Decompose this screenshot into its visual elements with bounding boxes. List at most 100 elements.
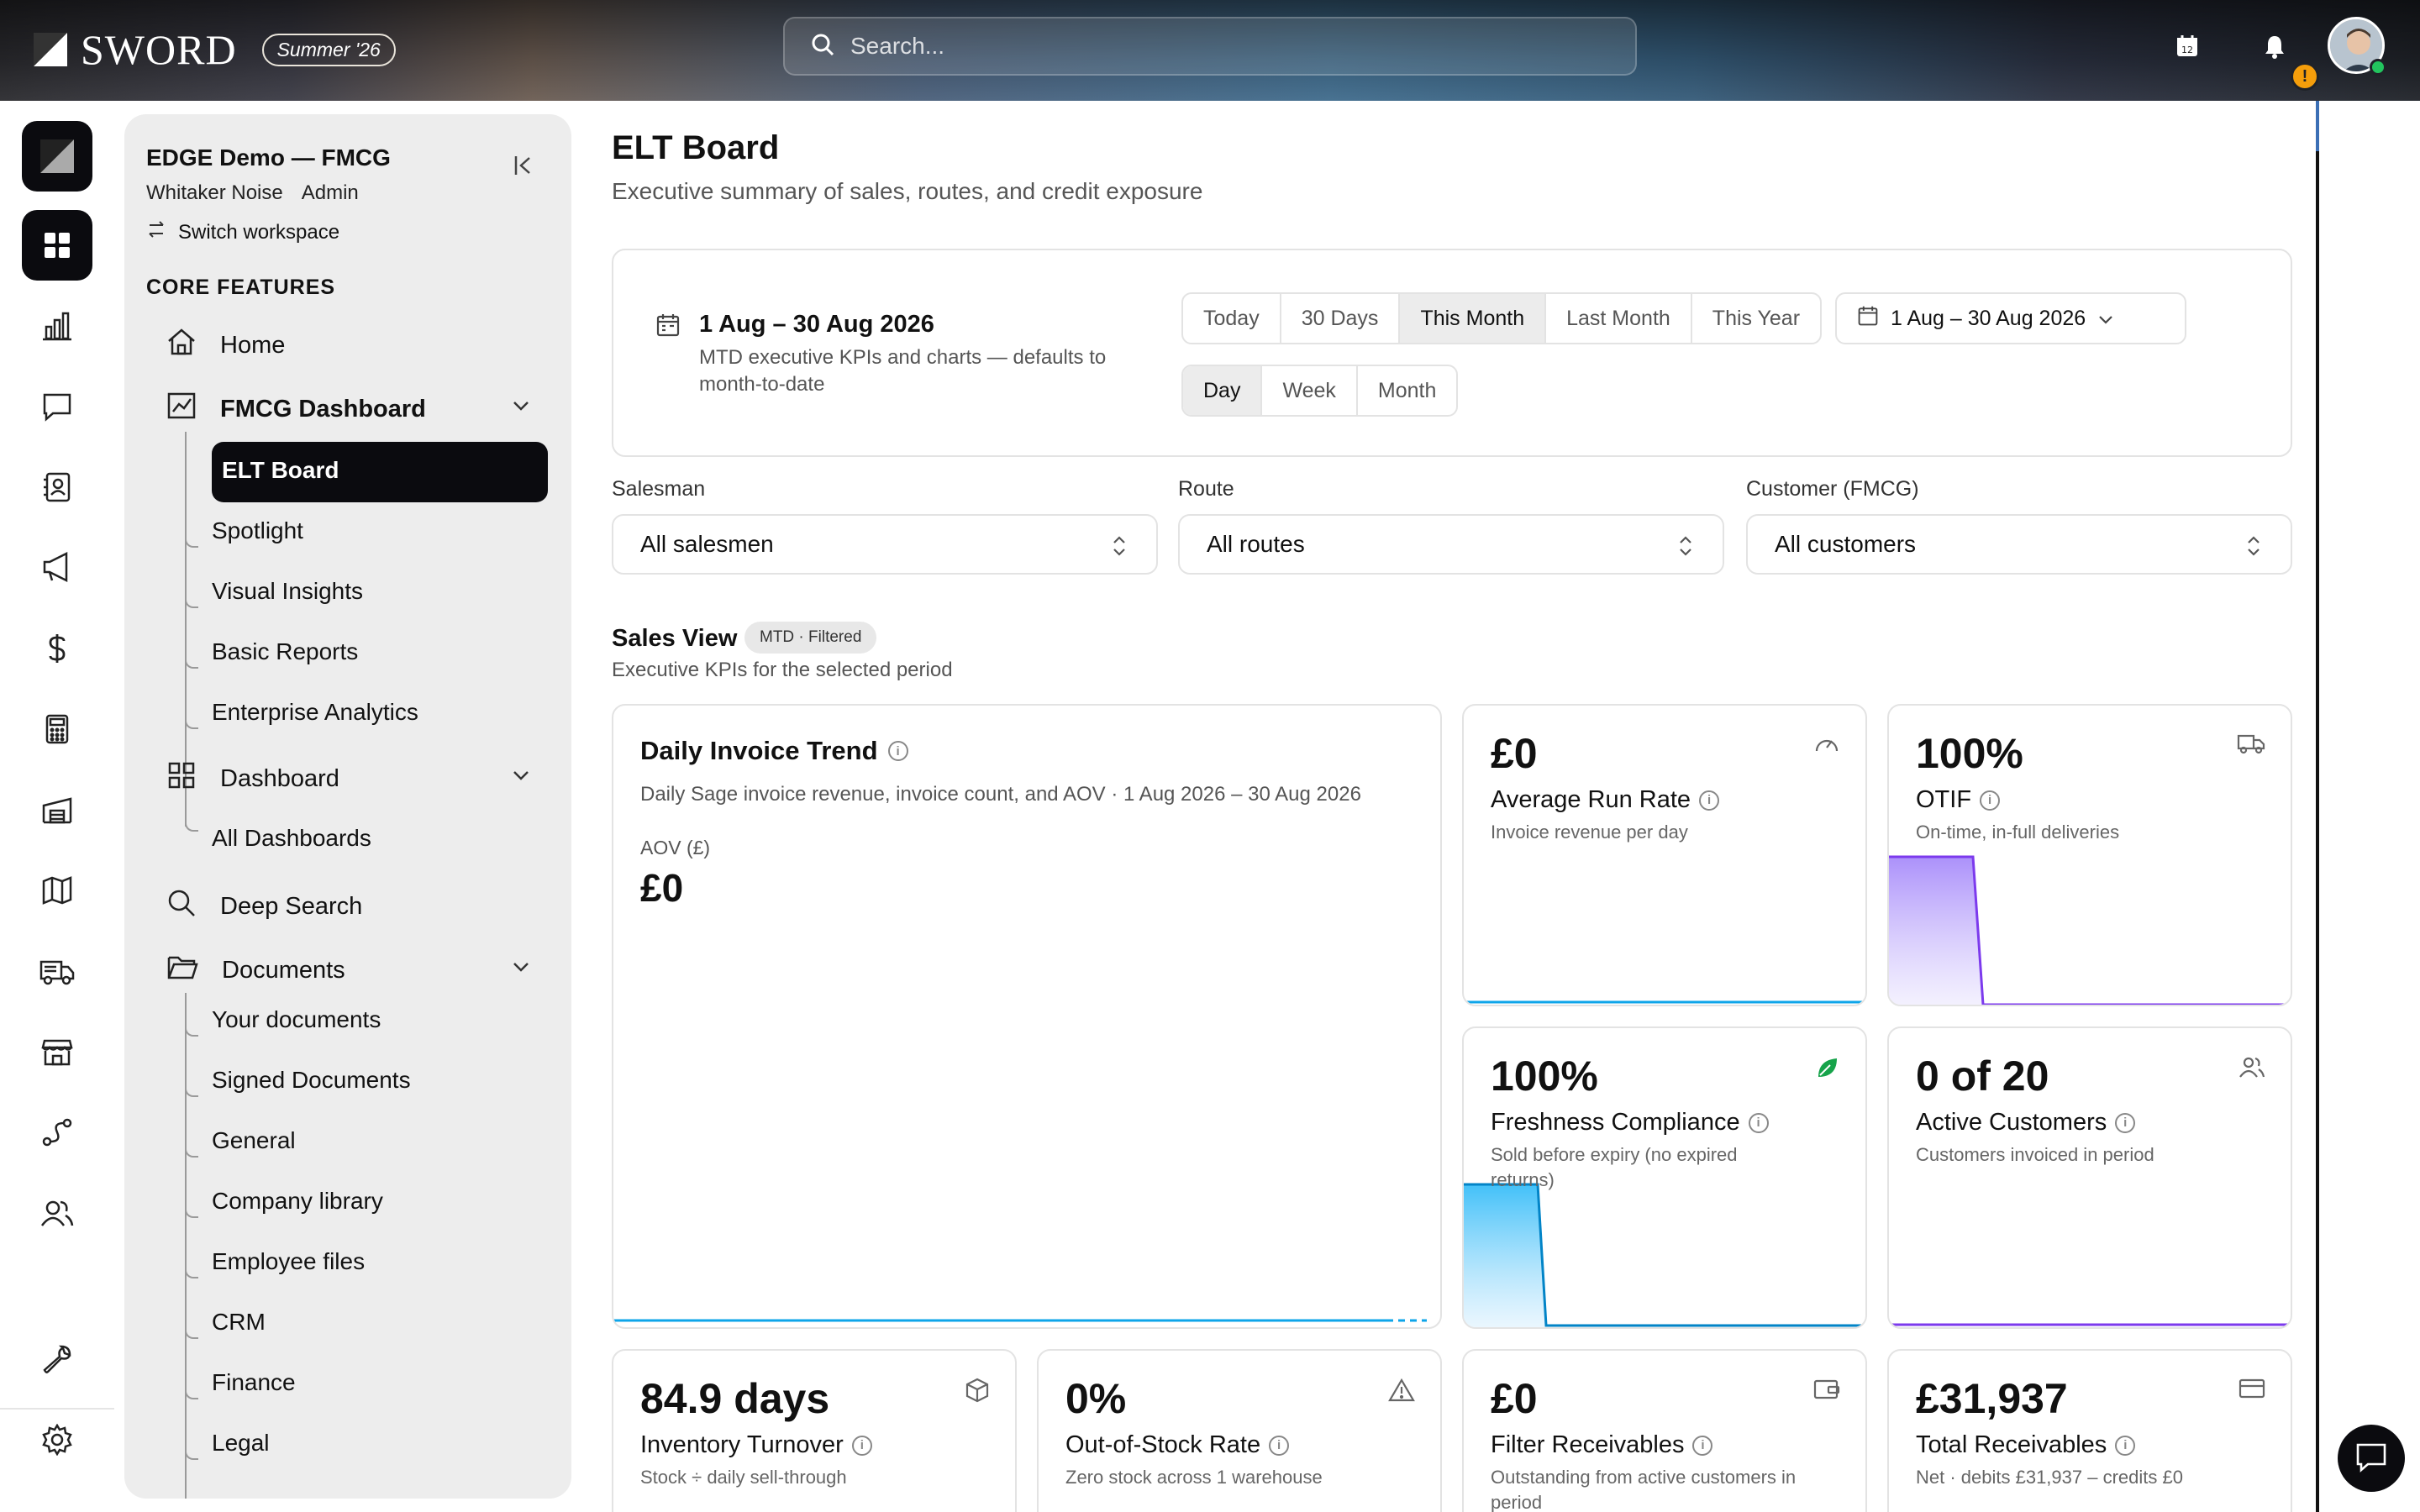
sidebar-item-home[interactable]: Home [166,328,285,363]
info-icon[interactable]: i [1748,1112,1769,1133]
info-icon[interactable]: i [1269,1435,1290,1456]
rail-chat-icon[interactable] [22,371,92,442]
switch-workspace-link[interactable]: Switch workspace [146,220,339,244]
global-search[interactable] [783,17,1637,76]
tree-line-documents [185,993,187,1499]
kpi-label: Active Customers i [1916,1109,2136,1137]
rail-wrench-icon[interactable] [22,1324,92,1394]
date-range-picker[interactable]: 1 Aug – 30 Aug 2026 [1835,292,2186,344]
page-subtitle: Executive summary of sales, routes, and … [612,178,1203,204]
sidebar-item-elt-board[interactable]: ELT Board [212,442,548,502]
bell-icon[interactable] [2262,34,2287,63]
date-card-title: 1 Aug – 30 Aug 2026 [699,311,934,338]
sidebar-item-deep-search-label: Deep Search [220,892,363,920]
brand-logo[interactable]: SWORD Summer '26 [32,25,396,74]
sidebar-item-crm[interactable]: CRM [212,1309,266,1336]
calendar-icon [1857,305,1879,333]
users-icon [2238,1055,2265,1084]
sidebar-item-company-library[interactable]: Company library [212,1188,383,1215]
sidebar-item-spotlight[interactable]: Spotlight [212,517,303,544]
sidebar-item-general[interactable]: General [212,1127,296,1154]
sidebar-item-dashboard[interactable]: Dashboard [166,761,339,796]
kpi-description: Zero stock across 1 warehouse [1065,1467,1323,1488]
sidebar-item-fmcg-dashboard[interactable]: FMCG Dashboard [166,391,426,427]
kpi-label-text: Inventory Turnover [640,1431,844,1458]
chevron-down-icon[interactable] [511,398,531,417]
sidebar-item-fmcg-dashboard-label: FMCG Dashboard [220,395,426,423]
info-icon[interactable]: i [2115,1435,2136,1456]
rail-warehouse-icon[interactable] [22,774,92,845]
credit-card-icon [2238,1378,2265,1404]
alert-badge[interactable]: ! [2291,62,2319,91]
sidebar-item-legal[interactable]: Legal [212,1430,270,1457]
daily-invoice-trend-card: Daily Invoice Trend i Daily Sage invoice… [612,704,1442,1329]
search-input[interactable] [850,33,1607,60]
rail-truck-icon[interactable] [22,936,92,1006]
rail-bar-chart-icon[interactable] [22,291,92,361]
range-last-month-button[interactable]: Last Month [1546,294,1692,343]
tree-hook [185,1203,198,1218]
info-icon[interactable]: i [1699,790,1720,811]
sidebar: EDGE Demo — FMCG Whitaker Noise Admin Swi… [124,114,571,1499]
rail-megaphone-icon[interactable] [22,533,92,603]
info-icon[interactable]: i [887,741,908,761]
rail-route-icon[interactable] [22,1097,92,1168]
rail-settings-icon[interactable] [22,1404,92,1475]
folder-icon [166,953,198,988]
sidebar-item-documents[interactable]: Documents [166,953,345,988]
route-select[interactable]: All routes [1178,514,1724,575]
sidebar-item-signed-documents[interactable]: Signed Documents [212,1067,411,1094]
season-badge: Summer '26 [261,33,396,66]
granularity-week-button[interactable]: Week [1262,366,1358,415]
kpi-description: Net · debits £31,937 – credits £0 [1916,1467,2183,1488]
sidebar-item-your-documents[interactable]: Your documents [212,1006,381,1033]
rail-calculator-icon[interactable] [22,694,92,764]
sidebar-item-all-dashboards[interactable]: All Dashboards [212,825,371,852]
collapse-sidebar-icon[interactable] [511,153,536,182]
info-icon[interactable]: i [1692,1435,1713,1456]
updown-chevron-icon [1111,534,1128,564]
rail-map-icon[interactable] [22,855,92,926]
right-panel-edge [2316,101,2319,1512]
kpi-card-active-customers: 0 of 20 Active Customers i Customers invo… [1887,1026,2292,1329]
salesman-select[interactable]: All salesmen [612,514,1158,575]
info-icon[interactable]: i [2115,1112,2136,1133]
right-panel-edge-accent [2316,101,2319,151]
rail-contacts-icon[interactable] [22,452,92,522]
rail-dashboard-icon[interactable] [22,210,92,281]
tree-hook [185,1082,198,1097]
customer-select[interactable]: All customers [1746,514,2292,575]
chat-button[interactable] [2338,1425,2405,1492]
range-30-days-button[interactable]: 30 Days [1281,294,1401,343]
granularity-month-button[interactable]: Month [1358,366,1456,415]
run-rate-baseline [1464,1000,1865,1004]
info-icon[interactable]: i [1980,790,2001,811]
chat-icon [2354,1441,2388,1477]
kpi-description: On-time, in-full deliveries [1916,822,2120,843]
chevron-down-icon[interactable] [511,959,531,979]
range-today-button[interactable]: Today [1183,294,1281,343]
sidebar-item-deep-search[interactable]: Deep Search [166,889,362,924]
info-icon[interactable]: i [851,1435,872,1456]
sidebar-item-employee-files[interactable]: Employee files [212,1248,365,1275]
kpi-label-text: Active Customers [1916,1109,2107,1136]
kpi-label-text: OTIF [1916,786,1972,813]
tree-line-dashboard [185,801,187,818]
range-this-month-button[interactable]: This Month [1400,294,1547,343]
rail-users-icon[interactable] [22,1178,92,1248]
sidebar-item-visual-insights[interactable]: Visual Insights [212,578,363,605]
trend-card-subtitle: Daily Sage invoice revenue, invoice coun… [640,783,1361,806]
granularity-day-button[interactable]: Day [1183,366,1263,415]
calendar-icon[interactable]: 12 [2175,34,2200,63]
rail-store-icon[interactable] [22,1016,92,1087]
rail-dollar-icon[interactable] [22,613,92,684]
sidebar-item-enterprise-analytics[interactable]: Enterprise Analytics [212,699,418,726]
sidebar-item-finance[interactable]: Finance [212,1369,296,1396]
rail-workspace-logo[interactable] [22,121,92,192]
active-customers-baseline [1889,1323,2291,1326]
range-this-year-button[interactable]: This Year [1692,294,1820,343]
kpi-value: 100% [1491,1053,1598,1100]
chevron-down-icon[interactable] [511,768,531,787]
switch-workspace-label: Switch workspace [178,220,340,244]
sidebar-item-basic-reports[interactable]: Basic Reports [212,638,358,665]
